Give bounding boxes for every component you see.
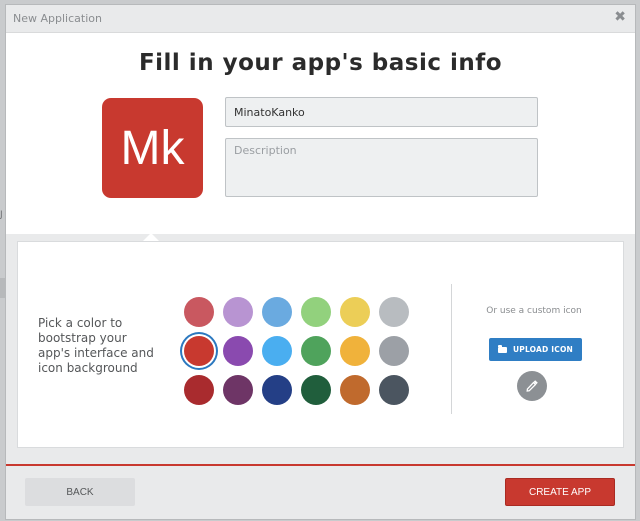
color-swatch[interactable]: [379, 297, 409, 327]
color-swatch[interactable]: [379, 336, 409, 366]
app-icon-initials: Mk: [120, 121, 185, 175]
folder-open-icon: [497, 344, 507, 353]
color-swatch[interactable]: [184, 336, 214, 366]
upload-icon-button[interactable]: UPLOAD ICON: [489, 338, 582, 361]
color-swatch[interactable]: [379, 375, 409, 405]
color-swatch[interactable]: [262, 297, 292, 327]
dialog-footer: BACK CREATE APP: [6, 464, 635, 519]
basic-info-section: Fill in your app's basic info Mk: [6, 33, 635, 234]
custom-icon-label: Or use a custom icon: [486, 306, 582, 316]
color-swatch[interactable]: [184, 375, 214, 405]
eyedropper-icon: [526, 380, 538, 392]
dialog-titlebar: New Application ✖: [6, 5, 635, 33]
app-icon-preview: Mk: [102, 98, 203, 198]
eyedropper-button[interactable]: [517, 371, 547, 401]
color-swatch[interactable]: [340, 297, 370, 327]
app-name-input[interactable]: [225, 97, 538, 127]
close-icon[interactable]: ✖: [614, 9, 626, 25]
pick-color-instructions: Pick a color to bootstrap your app's int…: [38, 316, 154, 375]
color-swatch[interactable]: [262, 375, 292, 405]
create-app-button[interactable]: CREATE APP: [505, 478, 615, 506]
color-swatch[interactable]: [301, 297, 331, 327]
panel-divider: [451, 284, 452, 414]
color-swatch[interactable]: [223, 336, 253, 366]
page-title: Fill in your app's basic info: [138, 50, 503, 76]
new-application-dialog: New Application ✖ Fill in your app's bas…: [5, 4, 636, 520]
color-swatch[interactable]: [340, 375, 370, 405]
color-swatch[interactable]: [262, 336, 292, 366]
color-swatch[interactable]: [223, 375, 253, 405]
upload-icon-label: UPLOAD ICON: [512, 345, 574, 354]
color-swatch[interactable]: [301, 375, 331, 405]
description-input[interactable]: [225, 138, 538, 197]
color-swatch[interactable]: [301, 336, 331, 366]
color-swatch[interactable]: [184, 297, 214, 327]
background-partial-text: J: [0, 210, 3, 220]
color-picker-panel: Pick a color to bootstrap your app's int…: [17, 241, 624, 448]
dialog-title: New Application: [13, 12, 102, 25]
color-swatch-grid: [184, 297, 409, 417]
back-button[interactable]: BACK: [25, 478, 135, 506]
color-swatch[interactable]: [340, 336, 370, 366]
color-swatch[interactable]: [223, 297, 253, 327]
